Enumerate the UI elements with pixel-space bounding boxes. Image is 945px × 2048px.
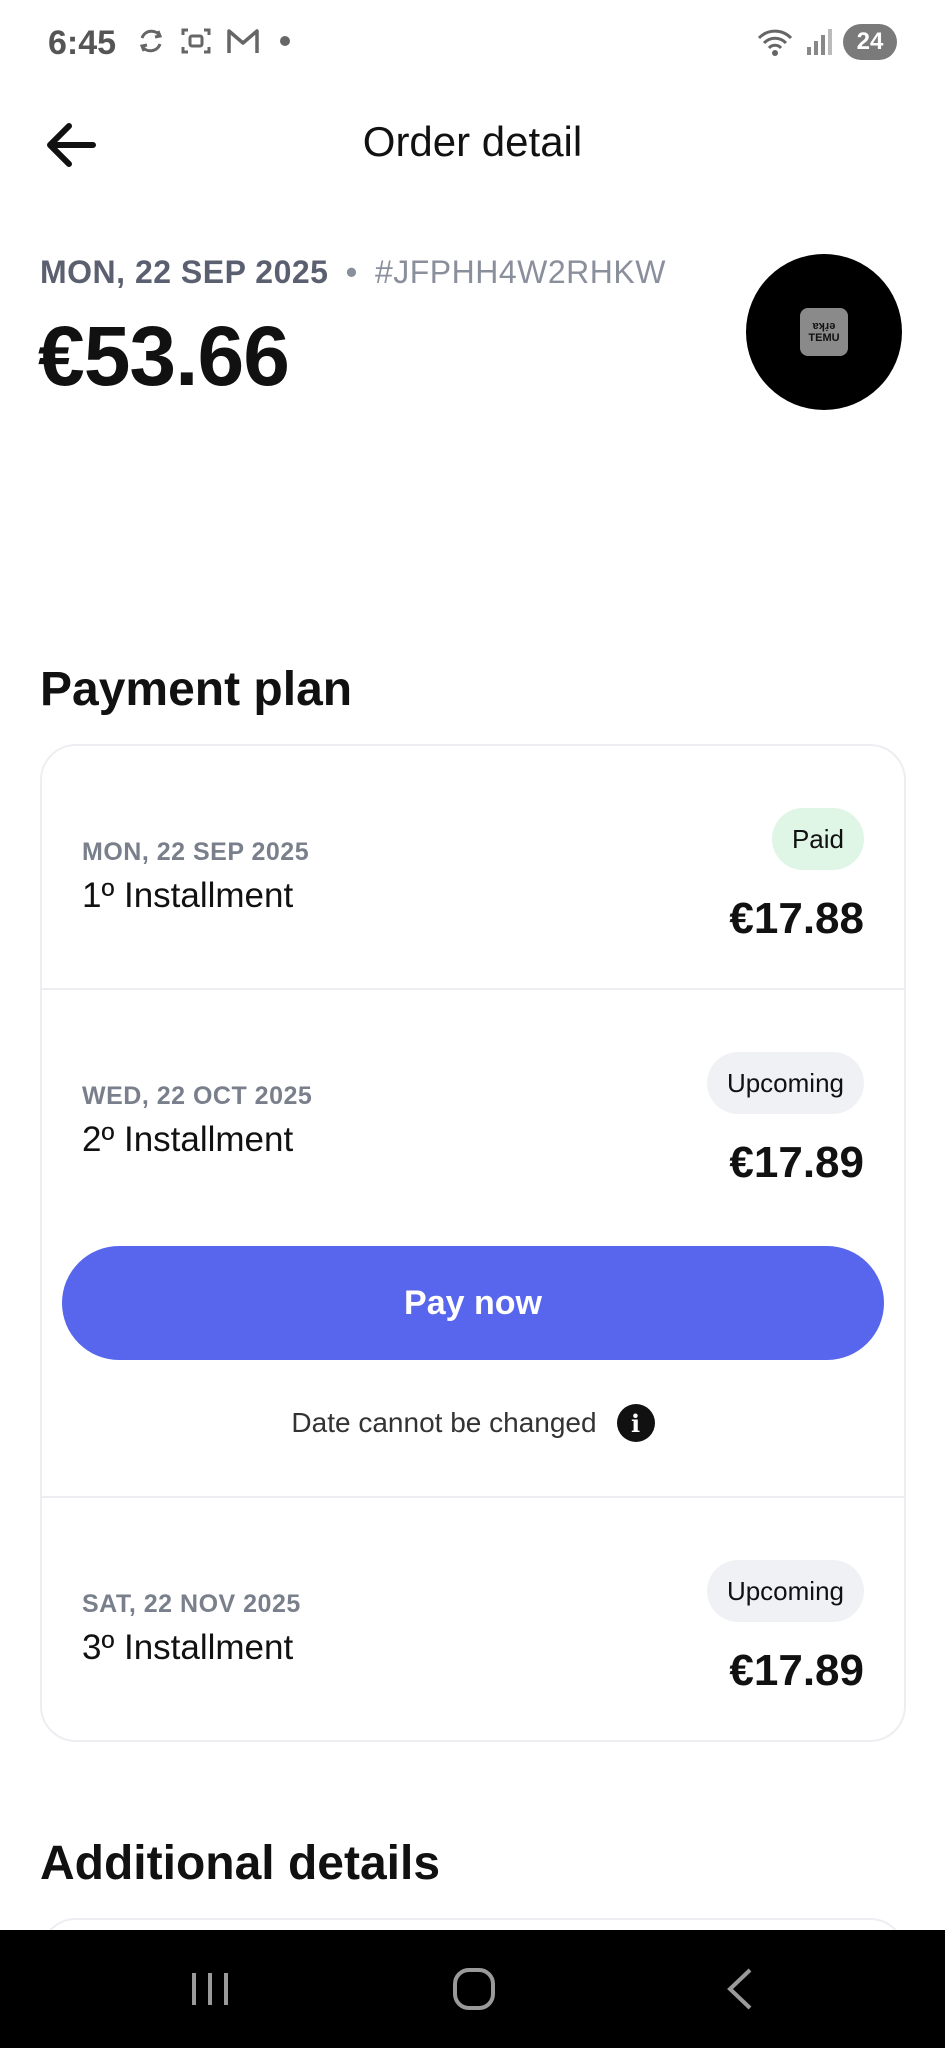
- recent-apps-icon: [192, 1973, 228, 2005]
- installment-date: SAT, 22 NOV 2025: [82, 1590, 301, 1618]
- battery-level: 24: [843, 24, 897, 60]
- meta-separator: •: [345, 254, 358, 290]
- date-note-text: Date cannot be changed: [291, 1407, 597, 1438]
- info-icon[interactable]: i: [616, 1404, 655, 1442]
- top-app-bar: Order detail: [0, 100, 945, 190]
- installment-row: MON, 22 SEP 2025 1º Installment Paid €17…: [42, 746, 904, 990]
- installment-amount: €17.89: [729, 1646, 864, 1695]
- status-system-icons: 24: [755, 24, 897, 60]
- merchant-logo-text-top: ɐʞɹ̣ǝ: [812, 320, 836, 332]
- order-total: €53.66: [38, 309, 290, 403]
- installment-label: 1º Installment: [82, 876, 294, 915]
- order-reference: #JFPHH4W2RHKW: [374, 254, 666, 290]
- installment-amount: €17.89: [729, 1138, 864, 1187]
- order-date: MON, 22 SEP 2025: [40, 254, 329, 290]
- installment-row: WED, 22 OCT 2025 2º Installment Upcoming…: [42, 990, 904, 1498]
- system-nav-bar: [0, 1930, 945, 2048]
- wifi-icon: [757, 29, 793, 56]
- installment-date: MON, 22 SEP 2025: [82, 838, 310, 866]
- payment-plan-title: Payment plan: [40, 663, 353, 716]
- date-note: Date cannot be changed i: [42, 1404, 904, 1442]
- status-time: 6:45: [48, 24, 117, 62]
- gmail-icon: [227, 29, 259, 53]
- signal-icon: [807, 29, 832, 55]
- sync-icon: [139, 29, 163, 53]
- screenshot-icon: [181, 28, 211, 54]
- page-title: Order detail: [362, 118, 583, 165]
- installment-row: SAT, 22 NOV 2025 3º Installment Upcoming…: [42, 1498, 904, 1740]
- system-back-button[interactable]: [710, 1964, 770, 2014]
- merchant-logo-text-bottom: TEMU: [808, 332, 840, 344]
- status-bar: 6:45 24: [0, 0, 945, 90]
- home-icon: [453, 1968, 495, 2010]
- status-badge: Upcoming: [706, 1052, 864, 1114]
- home-button[interactable]: [444, 1964, 504, 2014]
- merchant-logo: ɐʞɹ̣ǝ TEMU: [746, 254, 902, 410]
- pay-now-button[interactable]: Pay now: [62, 1246, 884, 1360]
- additional-details-title: Additional details: [40, 1837, 441, 1890]
- recent-apps-button[interactable]: [180, 1964, 240, 2014]
- installment-label: 3º Installment: [82, 1628, 294, 1667]
- status-badge: Paid: [771, 808, 864, 870]
- installment-label: 2º Installment: [82, 1120, 294, 1159]
- status-badge: Upcoming: [706, 1560, 864, 1622]
- installment-amount: €17.88: [729, 894, 864, 943]
- more-notifications-dot: [280, 36, 290, 46]
- installment-date: WED, 22 OCT 2025: [82, 1082, 313, 1110]
- order-meta: MON, 22 SEP 2025 • #JFPHH4W2RHKW: [40, 254, 666, 291]
- payment-plan-card: MON, 22 SEP 2025 1º Installment Paid €17…: [40, 744, 906, 1742]
- temu-logo-icon: ɐʞɹ̣ǝ TEMU: [800, 308, 848, 356]
- status-notification-icons: [136, 26, 290, 56]
- chevron-left-icon: [727, 1968, 752, 2010]
